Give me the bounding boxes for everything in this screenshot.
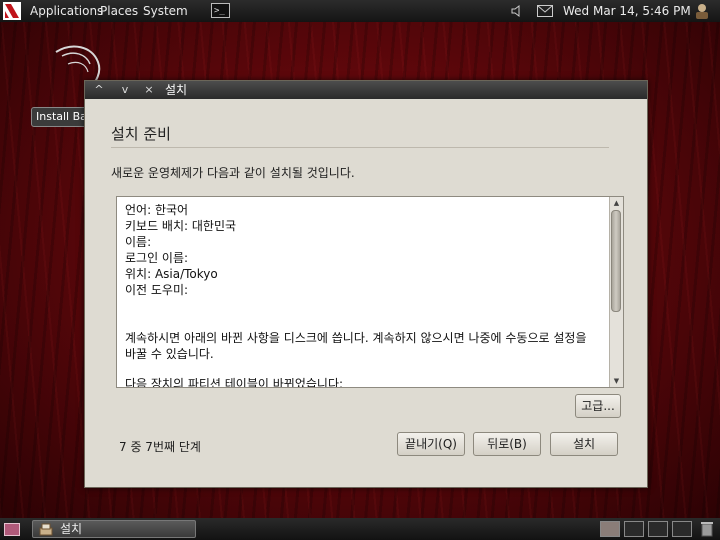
install-desktop-icon-label[interactable]: Install Ba bbox=[31, 107, 92, 127]
window-titlebar[interactable]: ^ v × 설치 bbox=[85, 81, 647, 99]
summary-line: 로그인 이름: bbox=[125, 251, 189, 265]
step-indicator: 7 중 7번째 단계 bbox=[119, 440, 201, 454]
mail-icon[interactable] bbox=[537, 5, 553, 17]
taskbar-item-installer[interactable]: 설치 bbox=[32, 520, 196, 538]
window-minimize-button[interactable]: v bbox=[115, 81, 135, 99]
summary-line: 언어: 한국어 bbox=[125, 203, 189, 217]
window-title: 설치 bbox=[165, 83, 188, 97]
terminal-launcher-icon[interactable]: >_ bbox=[211, 3, 230, 18]
install-button[interactable]: 설치 bbox=[550, 432, 618, 456]
heading-separator bbox=[111, 147, 609, 148]
summary-line: 이전 도우미: bbox=[125, 283, 189, 297]
page-description: 새로운 운영체제가 다음과 같이 설치될 것입니다. bbox=[111, 166, 355, 180]
summary-line: 위치: Asia/Tokyo bbox=[125, 267, 218, 281]
menu-system[interactable]: System bbox=[143, 0, 188, 22]
summary-line: 이름: bbox=[125, 235, 152, 249]
workspace-2[interactable] bbox=[624, 521, 644, 537]
install-summary-textview[interactable]: 언어: 한국어 키보드 배치: 대한민국 이름: 로그인 이름: 위치: Asi… bbox=[116, 196, 624, 388]
clock[interactable]: Wed Mar 14, 5:46 PM bbox=[563, 0, 691, 22]
summary-partial-line: 다음 장치의 파티션 테이블이 바뀌었습니다: bbox=[125, 377, 344, 388]
advanced-button[interactable]: 고급... bbox=[575, 394, 621, 418]
volume-icon[interactable] bbox=[510, 4, 524, 18]
window-close-button[interactable]: × bbox=[139, 81, 159, 99]
summary-line: 키보드 배치: 대한민국 bbox=[125, 219, 237, 233]
page-heading: 설치 준비 bbox=[111, 125, 171, 143]
scroll-up-arrow-icon[interactable]: ▲ bbox=[610, 197, 623, 209]
distro-logo-icon[interactable] bbox=[3, 2, 21, 20]
user-icon[interactable] bbox=[692, 2, 712, 20]
top-panel: Applications Places System >_ Wed Mar 14… bbox=[0, 0, 720, 22]
workspace-1[interactable] bbox=[600, 521, 620, 537]
installer-window: ^ v × 설치 설치 준비 새로운 운영체제가 다음과 같이 설치될 것입니다… bbox=[84, 80, 648, 488]
quit-button[interactable]: 끝내기(Q) bbox=[397, 432, 465, 456]
bottom-panel: 설치 bbox=[0, 518, 720, 540]
installer-task-icon bbox=[39, 523, 53, 536]
summary-paragraph: 계속하시면 아래의 바뀐 사항을 디스크에 씁니다. 계속하지 않으시면 나중에… bbox=[125, 331, 587, 361]
workspace-3[interactable] bbox=[648, 521, 668, 537]
taskbar-item-label: 설치 bbox=[60, 522, 83, 536]
scroll-down-arrow-icon[interactable]: ▼ bbox=[610, 375, 623, 387]
scrollbar-thumb[interactable] bbox=[611, 210, 621, 312]
install-summary-content: 언어: 한국어 키보드 배치: 대한민국 이름: 로그인 이름: 위치: Asi… bbox=[125, 202, 601, 388]
window-shade-button[interactable]: ^ bbox=[89, 81, 109, 99]
show-desktop-icon[interactable] bbox=[4, 523, 20, 536]
trash-icon[interactable] bbox=[700, 520, 714, 537]
summary-scrollbar[interactable]: ▲ ▼ bbox=[609, 197, 623, 387]
menu-applications[interactable]: Applications bbox=[30, 0, 103, 22]
back-button[interactable]: 뒤로(B) bbox=[473, 432, 541, 456]
menu-places[interactable]: Places bbox=[100, 0, 138, 22]
workspace-4[interactable] bbox=[672, 521, 692, 537]
